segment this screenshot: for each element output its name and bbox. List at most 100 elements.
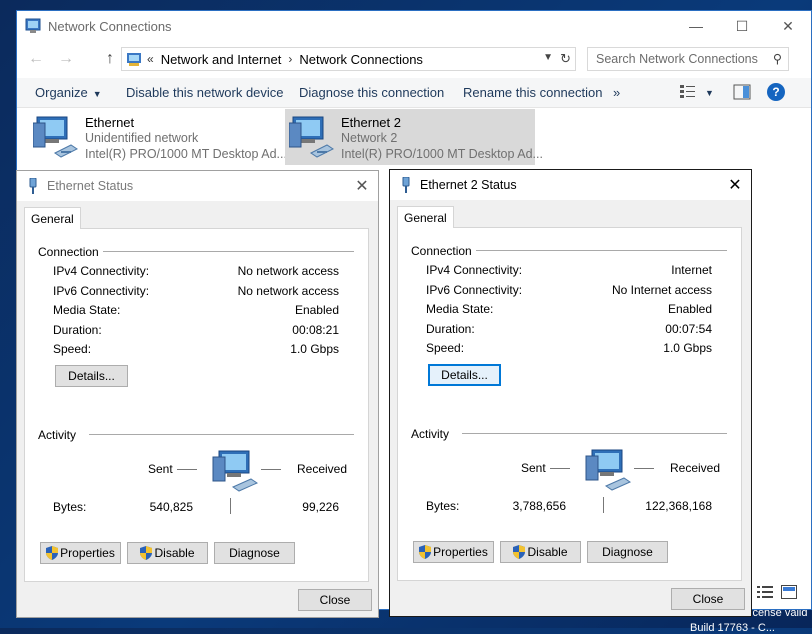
close-button[interactable]: Close <box>298 589 372 611</box>
ipv4-label: IPv4 Connectivity: <box>426 263 523 277</box>
network-connections-icon <box>25 18 41 33</box>
address-dropdown-icon[interactable]: ▼ <box>543 52 553 63</box>
view-options-dropdown-icon[interactable]: ▼ <box>705 88 714 98</box>
sent-label: Sent <box>521 461 546 475</box>
close-window-button[interactable]: ✕ <box>765 11 811 41</box>
details-button[interactable]: Details... <box>55 365 128 387</box>
ethernet-plug-icon <box>402 177 410 193</box>
connection-group-label: Connection <box>38 245 99 259</box>
activity-group-label: Activity <box>38 428 77 442</box>
details-button[interactable]: Details... <box>428 364 501 386</box>
sent-dash <box>550 468 570 469</box>
network-adapter-icon <box>33 116 78 158</box>
adapter-ethernet[interactable]: Ethernet Unidentified network Intel(R) P… <box>29 109 287 165</box>
address-bar[interactable]: « Network and Internet › Network Connect… <box>121 47 576 71</box>
preview-pane-icon[interactable] <box>733 84 751 100</box>
disable-device-button[interactable]: Disable this network device <box>126 85 284 100</box>
dialog-title-bar: Ethernet 2 Status ✕ <box>390 170 751 200</box>
bytes-divider <box>230 498 231 514</box>
chevron-down-icon: ▼ <box>92 89 102 99</box>
refresh-icon[interactable]: ↻ <box>560 51 571 67</box>
group-divider <box>103 251 354 252</box>
disable-label: Disable <box>527 545 568 559</box>
maximize-button[interactable]: ☐ <box>719 11 765 41</box>
organize-menu[interactable]: Organize ▼ <box>35 85 102 100</box>
uac-shield-icon <box>140 546 153 560</box>
bytes-received-value: 99,226 <box>302 500 339 514</box>
network-folder-icon <box>127 53 141 66</box>
properties-button[interactable]: Properties <box>40 542 121 564</box>
breadcrumb-network-and-internet[interactable]: Network and Internet <box>161 52 282 67</box>
tab-general[interactable]: General <box>397 206 454 228</box>
network-adapter-icon <box>289 116 334 158</box>
organize-label: Organize <box>35 85 88 100</box>
uac-shield-icon <box>419 545 432 559</box>
close-icon[interactable]: ✕ <box>723 174 747 196</box>
bytes-sent-value: 3,788,656 <box>512 499 566 513</box>
sent-label: Sent <box>148 462 173 476</box>
diagnose-button[interactable]: Diagnose <box>587 541 668 563</box>
duration-label: Duration: <box>53 323 102 337</box>
search-icon: ⚲ <box>772 52 782 66</box>
media-state-label: Media State: <box>426 302 494 316</box>
adapter-name: Ethernet <box>85 115 135 130</box>
more-commands-button[interactable]: » <box>613 85 620 100</box>
diagnose-button[interactable]: Diagnose <box>214 542 295 564</box>
rename-connection-button[interactable]: Rename this connection <box>463 85 602 100</box>
received-label: Received <box>670 461 721 475</box>
received-dash <box>634 468 654 469</box>
received-dash <box>261 469 281 470</box>
properties-button[interactable]: Properties <box>413 541 494 563</box>
command-bar: Organize ▼ Disable this network device Di… <box>17 78 811 108</box>
adapter-ethernet-2[interactable]: Ethernet 2 Network 2 Intel(R) PRO/1000 M… <box>285 109 543 165</box>
adapter-device: Intel(R) PRO/1000 MT Desktop Ad... <box>85 147 287 161</box>
view-toggle-group <box>757 585 797 599</box>
properties-label: Properties <box>433 545 488 559</box>
ipv6-value: No network access <box>237 284 339 298</box>
diagnose-connection-button[interactable]: Diagnose this connection <box>299 85 444 100</box>
ipv4-label: IPv4 Connectivity: <box>53 264 150 278</box>
speed-value: 1.0 Gbps <box>663 341 712 355</box>
properties-label: Properties <box>60 546 115 560</box>
minimize-button[interactable]: — <box>673 11 719 41</box>
sent-dash <box>177 469 197 470</box>
bytes-sent-value: 540,825 <box>149 500 193 514</box>
dialog-title-bar: Ethernet Status ✕ <box>17 171 378 201</box>
bytes-divider <box>603 497 604 513</box>
general-panel: Connection IPv4 Connectivity: No network… <box>24 228 369 582</box>
disable-label: Disable <box>154 546 195 560</box>
activity-group-label: Activity <box>411 427 450 441</box>
disable-button[interactable]: Disable <box>500 541 581 563</box>
speed-label: Speed: <box>426 341 465 355</box>
help-icon[interactable]: ? <box>767 83 785 101</box>
bytes-label: Bytes: <box>53 500 87 514</box>
breadcrumb-overflow[interactable]: « <box>147 52 154 66</box>
duration-value: 00:08:21 <box>292 323 339 337</box>
up-arrow-icon[interactable]: ↑ <box>99 48 121 70</box>
ipv4-value: Internet <box>671 263 712 277</box>
duration-label: Duration: <box>426 322 475 336</box>
search-input[interactable]: Search Network Connections ⚲ <box>587 47 789 71</box>
title-bar: Network Connections — ☐ ✕ <box>17 11 811 41</box>
received-label: Received <box>297 462 348 476</box>
window-title: Network Connections <box>48 18 172 34</box>
disable-button[interactable]: Disable <box>127 542 208 564</box>
breadcrumb-separator-icon: › <box>288 52 293 66</box>
bytes-received-value: 122,368,168 <box>645 499 712 513</box>
dialog-title: Ethernet 2 Status <box>420 178 517 192</box>
tab-general[interactable]: General <box>24 207 81 229</box>
bytes-label: Bytes: <box>426 499 460 513</box>
ipv6-label: IPv6 Connectivity: <box>53 284 150 298</box>
speed-value: 1.0 Gbps <box>290 342 339 356</box>
ethernet-status-dialog: Ethernet Status ✕ General Connection IPv… <box>16 170 379 618</box>
details-view-icon[interactable] <box>757 585 773 599</box>
close-icon[interactable]: ✕ <box>350 175 374 197</box>
forward-arrow-icon[interactable]: → <box>55 48 77 70</box>
breadcrumb-network-connections[interactable]: Network Connections <box>299 52 423 67</box>
group-divider <box>462 433 727 434</box>
close-button[interactable]: Close <box>671 588 745 610</box>
address-row: ← → ↑ « Network and Internet › Network C… <box>17 45 811 73</box>
large-icons-view-icon[interactable] <box>781 585 797 599</box>
change-view-icon[interactable] <box>679 84 697 100</box>
back-arrow-icon[interactable]: ← <box>25 48 47 70</box>
